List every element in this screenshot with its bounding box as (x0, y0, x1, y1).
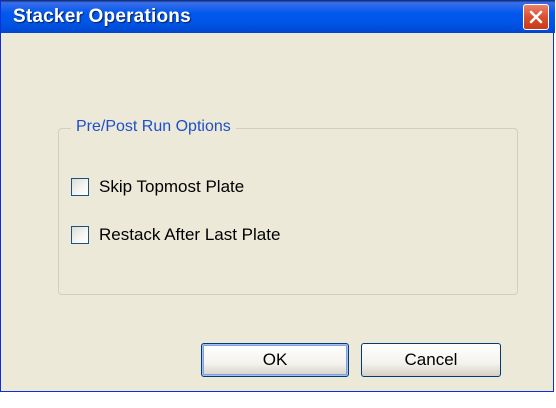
close-icon (529, 10, 543, 24)
skip-topmost-plate-checkbox[interactable] (71, 178, 89, 196)
ok-button[interactable]: OK (201, 343, 349, 377)
pre-post-run-options-group (58, 128, 518, 295)
skip-topmost-plate-checkbox-row[interactable]: Skip Topmost Plate (71, 176, 244, 198)
title-bar[interactable]: Stacker Operations (1, 0, 555, 33)
restack-after-last-plate-label[interactable]: Restack After Last Plate (99, 225, 280, 245)
close-button[interactable] (523, 4, 549, 30)
window-title: Stacker Operations (13, 6, 191, 27)
restack-after-last-plate-checkbox-row[interactable]: Restack After Last Plate (71, 224, 280, 246)
skip-topmost-plate-label[interactable]: Skip Topmost Plate (99, 177, 244, 197)
cancel-button[interactable]: Cancel (361, 343, 501, 377)
group-label: Pre/Post Run Options (71, 118, 236, 136)
stacker-operations-dialog: Stacker Operations Pre/Post Run Options … (0, 0, 555, 392)
restack-after-last-plate-checkbox[interactable] (71, 226, 89, 244)
